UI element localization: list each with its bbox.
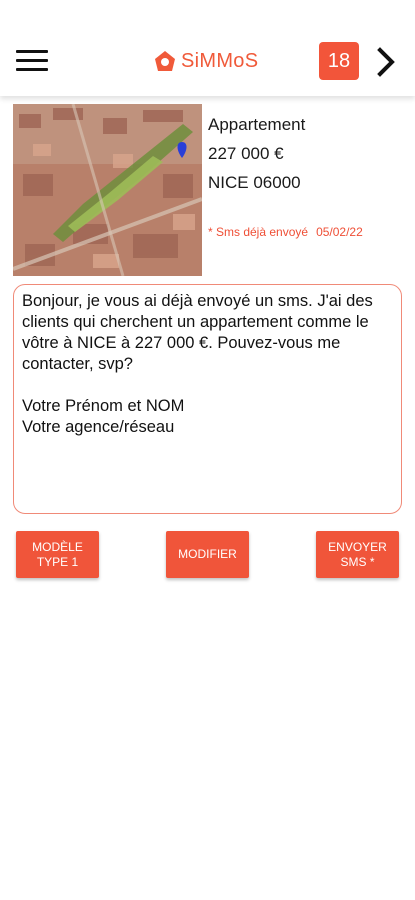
property-type: Appartement (208, 115, 306, 134)
app-name: SiMMoS (181, 49, 259, 72)
model-type-button[interactable]: Modèle Type 1 (16, 531, 99, 578)
edit-button[interactable]: Modifier (166, 531, 249, 578)
sms-message-field[interactable]: Bonjour, je vous ai déjà envoyé un sms. … (13, 284, 402, 514)
sms-date: 05/02/22 (316, 225, 363, 239)
sms-status: * Sms déjà envoyé 05/02/22 (208, 225, 363, 239)
app-header: SiMMoS 18 (0, 0, 415, 96)
chevron-right-icon[interactable] (372, 45, 400, 79)
property-location: NICE 06000 (208, 173, 301, 192)
property-aerial-photo (13, 104, 202, 276)
sms-status-text: * Sms déjà envoyé (208, 225, 309, 239)
property-price: 227 000 € (208, 144, 284, 163)
house-logo-icon (155, 51, 175, 71)
property-info: Appartement 227 000 € NICE 06000 (208, 110, 305, 197)
aerial-city-image (13, 104, 202, 276)
send-sms-button[interactable]: Envoyer SMS * (316, 531, 399, 578)
hamburger-menu-icon[interactable] (16, 50, 48, 72)
notification-badge[interactable]: 18 (319, 42, 359, 80)
app-logo: SiMMoS (153, 47, 258, 75)
